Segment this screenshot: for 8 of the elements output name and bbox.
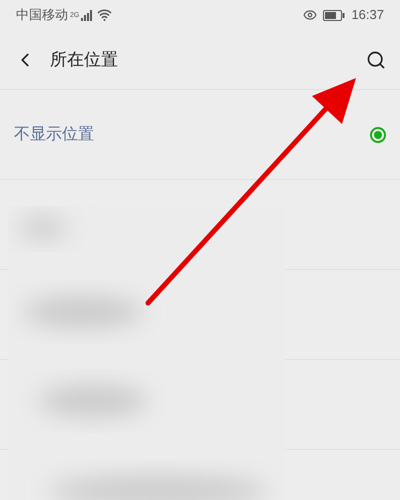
battery-icon: [323, 10, 346, 20]
wifi-icon: [97, 9, 112, 21]
signal-icon: [81, 10, 94, 20]
search-icon: [366, 50, 386, 70]
page-title: 所在位置: [50, 48, 118, 71]
eye-icon: [303, 8, 318, 22]
clock-time: 16:37: [351, 6, 384, 24]
carrier-name: 中国移动: [16, 6, 68, 24]
